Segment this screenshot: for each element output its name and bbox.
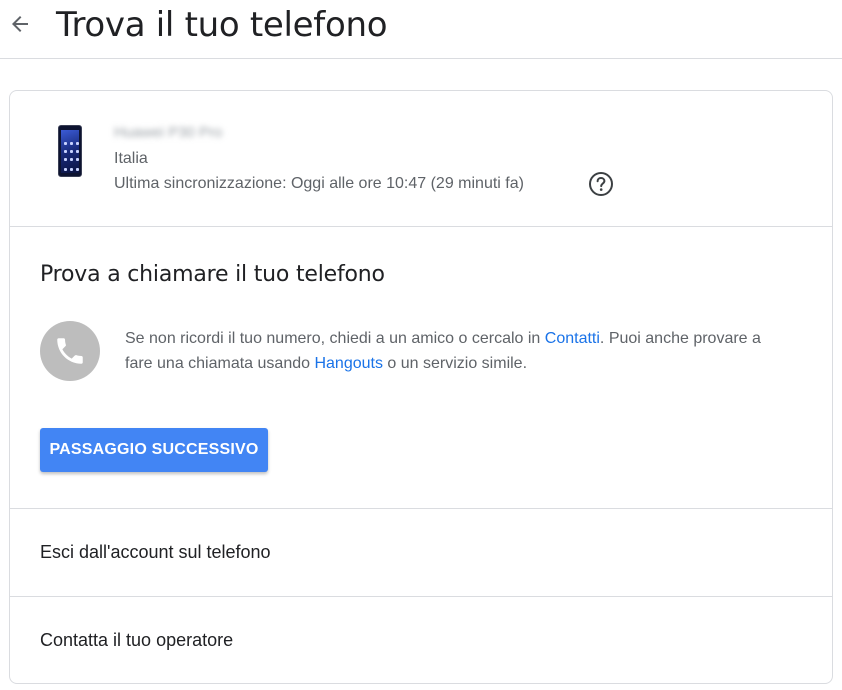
- help-circle-icon: [589, 172, 613, 196]
- contact-carrier-label: Contatta il tuo operatore: [40, 630, 234, 650]
- device-card: Huawei P30 Pro Italia Ultima sincronizza…: [9, 90, 833, 684]
- device-info-section: Huawei P30 Pro Italia Ultima sincronizza…: [10, 91, 832, 227]
- hangouts-link[interactable]: Hangouts: [314, 355, 383, 372]
- phone-icon: [57, 338, 83, 364]
- sign-out-label: Esci dall'account sul telefono: [40, 542, 271, 562]
- sign-out-option[interactable]: Esci dall'account sul telefono: [10, 509, 832, 597]
- call-instructions: Se non ricordi il tuo numero, chiedi a u…: [125, 326, 785, 376]
- help-button[interactable]: [588, 171, 614, 197]
- contacts-link[interactable]: Contatti: [545, 330, 600, 347]
- device-country: Italia: [114, 150, 148, 167]
- page-title: Trova il tuo telefono: [56, 5, 388, 45]
- call-phone-section: Prova a chiamare il tuo telefono Se non …: [10, 227, 832, 509]
- next-step-button[interactable]: PASSAGGIO SUCCESSIVO: [40, 428, 268, 472]
- instruction-text: o un servizio simile.: [382, 355, 528, 372]
- last-sync-text: Ultima sincronizzazione: Oggi alle ore 1…: [114, 175, 524, 192]
- arrow-back-icon: [12, 16, 28, 32]
- instruction-text: Se non ricordi il tuo numero, chiedi a u…: [125, 330, 545, 347]
- contact-carrier-option[interactable]: Contatta il tuo operatore: [10, 597, 832, 683]
- app-header: Trova il tuo telefono: [0, 0, 842, 59]
- device-name: Huawei P30 Pro: [114, 124, 223, 141]
- phone-icon-badge: [40, 321, 100, 381]
- section-title: Prova a chiamare il tuo telefono: [40, 262, 385, 287]
- device-image: [58, 125, 82, 177]
- back-button[interactable]: [6, 10, 34, 38]
